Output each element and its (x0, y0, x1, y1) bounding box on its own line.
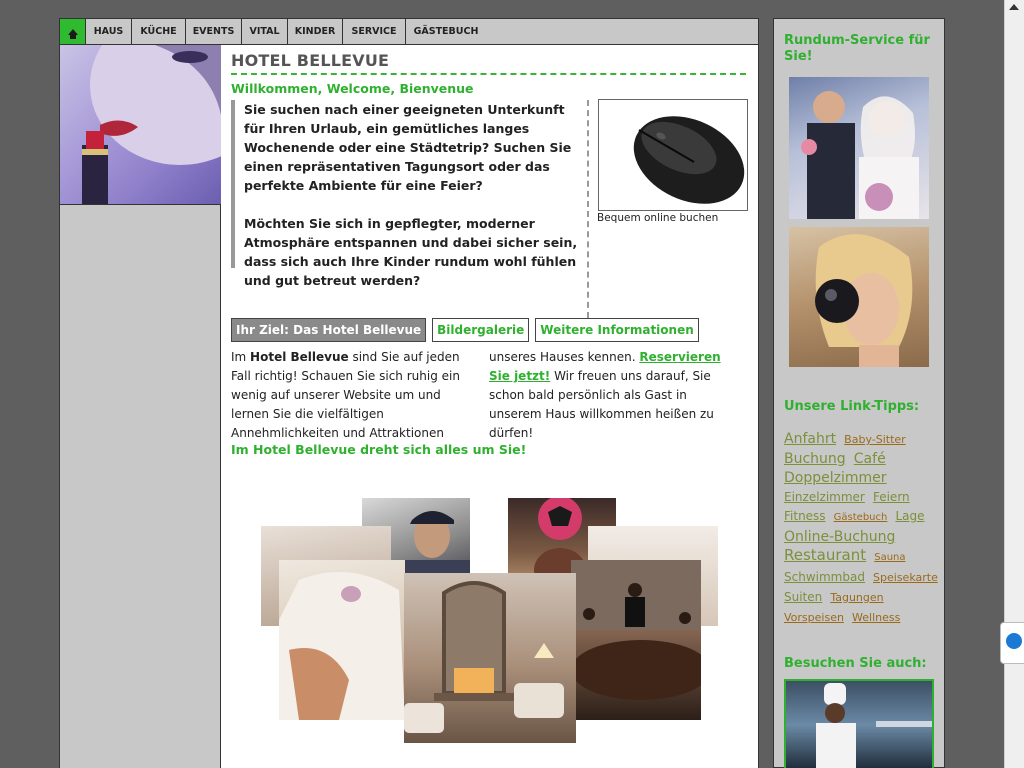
intro-paragraph-2: Möchten Sie sich in gepflegter, moderner… (244, 216, 578, 288)
photo-collage (261, 498, 721, 768)
link-tag[interactable]: Schwimmbad (784, 570, 865, 584)
text-column-left: Im Hotel Bellevue sind Sie auf jeden Fal… (231, 348, 481, 443)
link-tag[interactable]: Wellness (852, 611, 900, 624)
main-nav: HAUS KÜCHE EVENTS VITAL KINDER SERVICE G… (59, 18, 759, 45)
intro-text: Sie suchen nach einer geeigneten Unterku… (231, 100, 581, 288)
link-tag[interactable]: Restaurant (784, 546, 866, 564)
content-tabs: Ihr Ziel: Das Hotel Bellevue Bildergaler… (231, 318, 699, 342)
nav-item-service[interactable]: SERVICE (343, 19, 406, 44)
wedding-illustration (801, 91, 919, 219)
intro-paragraph-1: Sie suchen nach einer geeigneten Unterku… (244, 102, 572, 193)
link-tag[interactable]: Buchung (784, 451, 846, 467)
wedding-photo[interactable] (789, 77, 929, 219)
woman-mirror-illustration (815, 234, 913, 367)
online-booking-image[interactable] (598, 99, 748, 211)
link-tag-cloud: Anfahrt Baby-Sitter Buchung Café Doppelz… (784, 429, 942, 627)
link-tag[interactable]: Lage (895, 509, 924, 523)
visit-heading: Besuchen Sie auch: (784, 656, 927, 671)
text-segment: Im (231, 350, 251, 364)
link-tag[interactable]: Baby-Sitter (844, 433, 906, 446)
tab-weitere-informationen[interactable]: Weitere Informationen (535, 318, 699, 342)
slogan: Im Hotel Bellevue dreht sich alles um Si… (231, 442, 527, 457)
computer-mouse-icon (599, 100, 747, 210)
link-tag[interactable]: Tagungen (830, 591, 883, 604)
lipstick-photo (60, 45, 221, 205)
teamviewer-icon[interactable] (1000, 622, 1024, 664)
collage-photo-fireplace (404, 573, 576, 743)
link-tag[interactable]: Fitness (784, 509, 826, 523)
top-strip (0, 0, 1024, 18)
link-tag[interactable]: Speisekarte (873, 571, 938, 584)
nav-home[interactable] (60, 19, 86, 44)
nav-item-events[interactable]: EVENTS (186, 19, 242, 44)
nav-item-kinder[interactable]: KINDER (288, 19, 343, 44)
chef-illustration (816, 683, 932, 768)
tab-bildergalerie[interactable]: Bildergalerie (432, 318, 530, 342)
main-content: HOTEL BELLEVUE Willkommen, Welcome, Bien… (221, 45, 759, 768)
link-tag[interactable]: Anfahrt (784, 431, 836, 447)
collage-photo-bathrobe (279, 560, 405, 720)
title-divider (231, 73, 746, 75)
links-heading: Unsere Link-Tipps: (784, 399, 920, 414)
nav-item-kueche[interactable]: KÜCHE (132, 19, 186, 44)
collage-photo-meeting (571, 560, 701, 720)
page-title: HOTEL BELLEVUE (231, 51, 390, 70)
scroll-up-arrow-icon[interactable] (1009, 4, 1019, 10)
page: HAUS KÜCHE EVENTS VITAL KINDER SERVICE G… (0, 0, 1024, 768)
welcome-heading: Willkommen, Welcome, Bienvenue (231, 81, 474, 96)
bathrobe-illustration (279, 572, 405, 720)
link-tag[interactable]: Feiern (873, 490, 910, 504)
woman-mirror-photo[interactable] (789, 227, 929, 367)
tab-hotel-bellevue[interactable]: Ihr Ziel: Das Hotel Bellevue (231, 318, 427, 342)
vertical-separator (587, 100, 589, 318)
nav-item-haus[interactable]: HAUS (86, 19, 132, 44)
service-heading: Rundum-Service für Sie! (784, 33, 930, 64)
chef-photo[interactable] (784, 679, 934, 768)
right-column: Rundum-Service für Sie! Unsere Link-Tipp… (773, 18, 945, 768)
text-segment: unseres Hauses kennen. (489, 350, 640, 364)
link-tag[interactable]: Café (854, 451, 886, 467)
link-tag[interactable]: Gästebuch (834, 512, 888, 523)
link-tag[interactable]: Sauna (874, 552, 905, 563)
online-booking-caption[interactable]: Bequem online buchen (597, 212, 718, 224)
meeting-illustration (571, 560, 701, 700)
lipstick-illustration (82, 45, 221, 204)
link-tag[interactable]: Suiten (784, 590, 822, 604)
hotel-name-bold: Hotel Bellevue (250, 350, 349, 364)
left-column (59, 45, 221, 768)
link-tag[interactable]: Doppelzimmer (784, 470, 887, 486)
link-tag[interactable]: Online-Buchung (784, 529, 895, 545)
link-tag[interactable]: Einzelzimmer (784, 490, 865, 504)
nav-item-gaestebuch[interactable]: GÄSTEBUCH (406, 19, 486, 44)
nav-item-vital[interactable]: VITAL (242, 19, 288, 44)
home-icon (67, 28, 78, 39)
link-tag[interactable]: Vorspeisen (784, 611, 844, 624)
text-column-right: unseres Hauses kennen. Reservieren Sie j… (489, 348, 739, 443)
fireplace-illustration (404, 581, 564, 733)
